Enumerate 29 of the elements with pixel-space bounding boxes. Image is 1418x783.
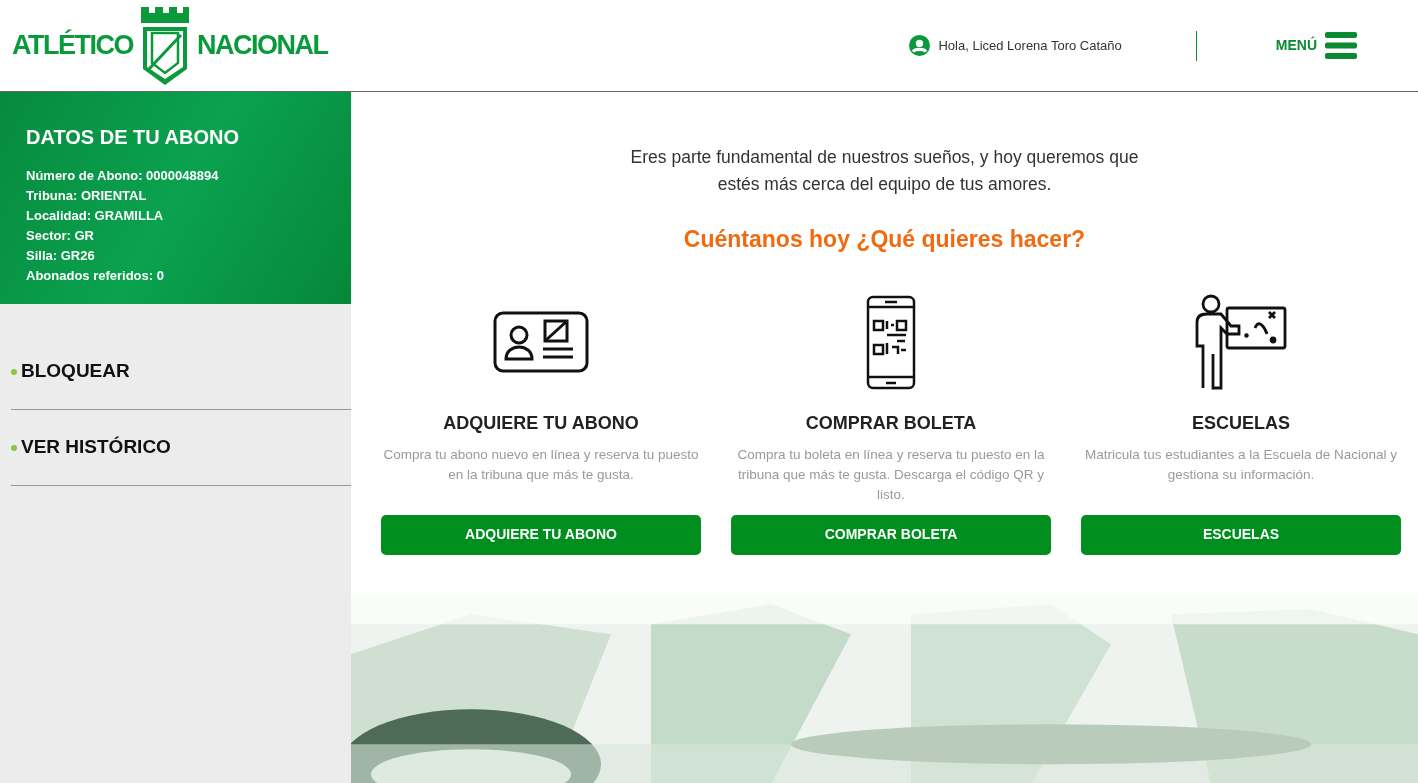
option-description: Compra tu abono nuevo en línea y reserva tu puesto en la tribuna que más te gusta. [382, 445, 700, 484]
subscription-detail: Localidad: GRAMILLA [26, 207, 165, 225]
option-title: ADQUIERE TU ABONO [443, 411, 639, 435]
brand-name: ATLÉTICO [12, 28, 133, 63]
menu-icon [1325, 32, 1357, 59]
subscription-detail: Número de Abono: 0000048894 [26, 167, 220, 185]
option-button[interactable]: ADQUIERE TU ABONO [381, 514, 701, 555]
option-button[interactable]: COMPRAR BOLETA [731, 514, 1051, 555]
id-card-icon [493, 311, 589, 373]
sidebar-link[interactable]: VER HISTÓRICO [11, 433, 171, 462]
intro-text: Eres parte fundamental de nuestros sueños, y hoy queremos que estés más cerca del equipo de tus amores. [629, 146, 1140, 196]
option-title: COMPRAR BOLETA [805, 411, 977, 435]
greeting-text: Hola, Liced Lorena Toro Cataño [938, 36, 1122, 55]
sidebar-link[interactable]: BLOQUEAR [11, 357, 130, 386]
qr-phone-icon [866, 294, 916, 390]
menu-button[interactable]: MENÚ [1274, 31, 1358, 60]
brand-name: NACIONAL [197, 29, 328, 63]
option-button[interactable]: ESCUELAS [1081, 514, 1401, 555]
option-title: ESCUELAS [1192, 411, 1290, 435]
user-icon [909, 35, 931, 56]
question-heading: Cuéntanos hoy ¿Qué quieres hacer? [682, 225, 1087, 254]
subscription-detail: Sector: GR [26, 227, 95, 245]
presenter-icon [1193, 294, 1289, 390]
subscription-detail: Silla: GR26 [26, 247, 96, 265]
subscription-detail: Tribuna: ORIENTAL [26, 187, 148, 205]
subscription-detail: Abonados referidos: 0 [26, 267, 165, 285]
option-description: Matricula tus estudiantes a la Escuela de Nacional y gestiona su información. [1083, 445, 1399, 484]
option-description: Compra tu boleta en línea y reserva tu puesto en la tribuna que más te gusta. Descarga el código QR y listo. [736, 445, 1046, 504]
panel-title: DATOS DE TU ABONO [26, 125, 240, 150]
